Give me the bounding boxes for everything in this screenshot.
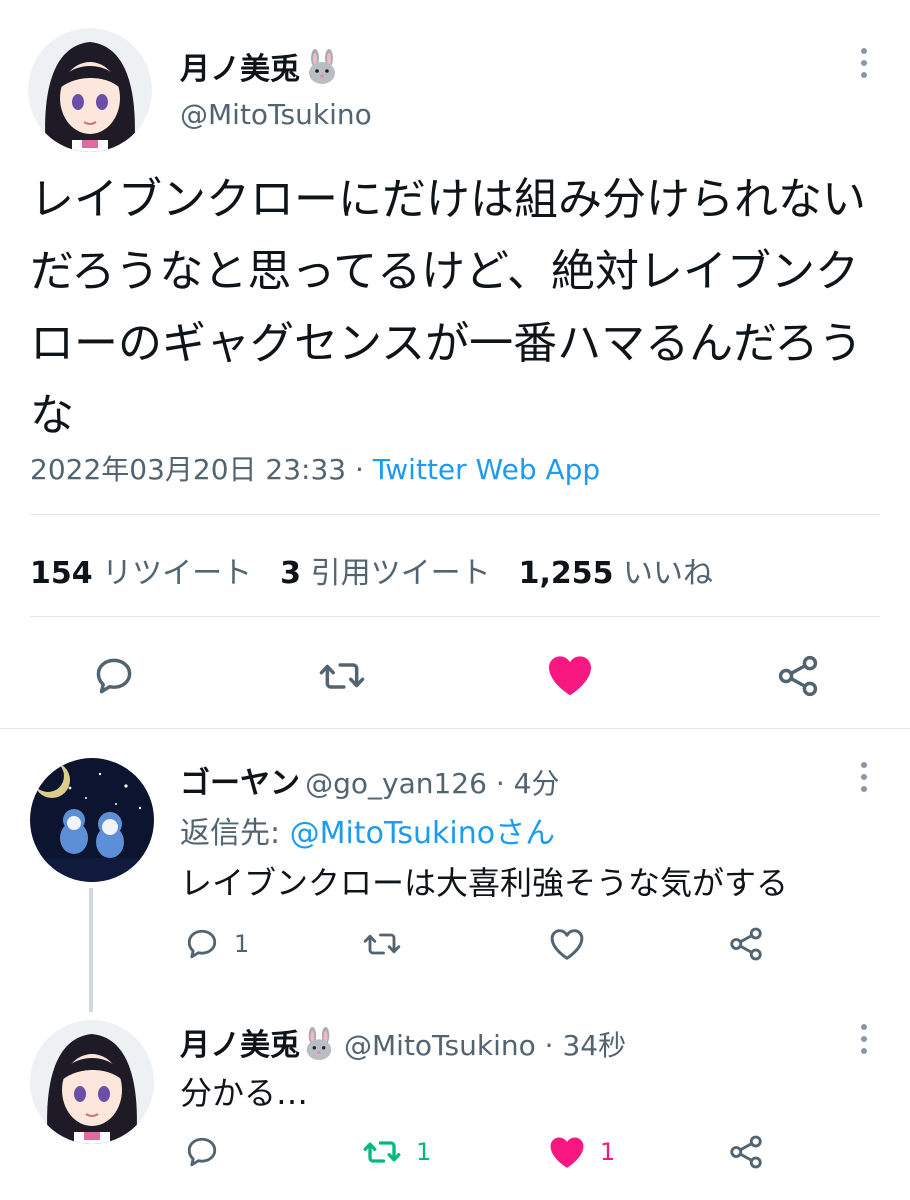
share-nodes-icon bbox=[730, 1135, 762, 1169]
reply-button[interactable] bbox=[92, 654, 136, 702]
reply-header: 月ノ美兎 @MitoTsukino · 34秒 bbox=[180, 1027, 627, 1065]
reply-to-suffix: さん bbox=[495, 816, 556, 851]
tweet-meta: 2022年03月20日 23:33 · Twitter Web App bbox=[30, 448, 600, 488]
reply-share-button[interactable] bbox=[728, 1134, 764, 1170]
reply-time[interactable]: 4分 bbox=[514, 767, 560, 800]
reply-share-button[interactable] bbox=[728, 926, 764, 962]
author-name-text: 月ノ美兎 bbox=[180, 52, 300, 87]
likes-label: いいね bbox=[623, 556, 714, 591]
reply-author-handle[interactable]: @go_yan126 bbox=[305, 767, 487, 800]
reply-reply-button[interactable] bbox=[184, 1134, 234, 1170]
rabbit-face-icon bbox=[304, 49, 340, 93]
retweet-arrows-icon bbox=[363, 933, 401, 955]
reply-to-prefix: 返信先: bbox=[180, 816, 290, 851]
retweet-arrows-icon bbox=[363, 1141, 401, 1163]
quotes-count: 3 bbox=[280, 556, 302, 591]
divider bbox=[30, 616, 880, 617]
meta-separator: · bbox=[346, 453, 373, 486]
heart-icon bbox=[550, 929, 584, 960]
divider bbox=[30, 514, 880, 515]
likes-count: 1,255 bbox=[518, 556, 614, 591]
reply-avatar[interactable] bbox=[30, 1020, 154, 1144]
reply-author-name[interactable]: ゴーヤン bbox=[180, 766, 300, 801]
reply-reply-button[interactable]: 1 bbox=[184, 926, 249, 962]
speech-bubble-icon bbox=[187, 1137, 217, 1167]
speech-bubble-icon bbox=[96, 658, 132, 694]
reply-author-handle[interactable]: @MitoTsukino bbox=[344, 1029, 536, 1062]
like-button[interactable] bbox=[546, 652, 594, 702]
retweet-arrows-icon bbox=[319, 663, 365, 689]
reply-author-name[interactable]: 月ノ美兎 bbox=[180, 1028, 300, 1063]
reply-time[interactable]: 34秒 bbox=[562, 1029, 626, 1062]
tweet-stats: 154 リツイート 3 引用ツイート 1,255 いいね bbox=[30, 548, 713, 592]
heart-icon bbox=[549, 656, 591, 696]
reply-text: レイブンクローは大喜利強そうな気がする bbox=[180, 864, 789, 902]
author-avatar[interactable] bbox=[28, 28, 152, 152]
reply-to-line: 返信先: @MitoTsukinoさん bbox=[180, 808, 555, 852]
tweet-text: レイブンクローにだけは組み分けられないだろうなと思ってるけど、絶対レイブンクロー… bbox=[30, 174, 866, 441]
reply-header: ゴーヤン @go_yan126 · 4分 bbox=[180, 766, 560, 801]
retweet-count: 1 bbox=[416, 1138, 432, 1166]
reply-like-button[interactable]: 1 bbox=[548, 1134, 615, 1170]
divider bbox=[0, 728, 910, 729]
reply-retweet-button[interactable] bbox=[362, 926, 416, 962]
share-nodes-icon bbox=[778, 655, 818, 697]
like-count: 1 bbox=[600, 1138, 616, 1166]
likes-stat[interactable]: 1,255 いいね bbox=[519, 556, 713, 591]
reply-count: 1 bbox=[234, 930, 250, 958]
rabbit-face-icon bbox=[302, 1027, 336, 1065]
reply-to-handle: @MitoTsukino bbox=[289, 816, 496, 851]
more-options-icon[interactable] bbox=[854, 1024, 874, 1054]
quotes-stat[interactable]: 3 引用ツイート bbox=[280, 556, 490, 591]
retweets-label: リツイート bbox=[102, 556, 253, 591]
tweet-source-link[interactable]: Twitter Web App bbox=[373, 453, 600, 486]
retweets-stat[interactable]: 154 リツイート bbox=[30, 556, 252, 591]
share-button[interactable] bbox=[776, 654, 820, 702]
thread-connector-line bbox=[89, 888, 93, 1012]
quotes-label: 引用ツイート bbox=[310, 556, 491, 591]
author-handle[interactable]: @MitoTsukino bbox=[180, 98, 372, 131]
reply-retweet-button[interactable]: 1 bbox=[362, 1134, 431, 1170]
more-options-icon[interactable] bbox=[854, 48, 874, 78]
share-nodes-icon bbox=[730, 927, 762, 961]
reply-to-handle-link[interactable]: @MitoTsukinoさん bbox=[290, 816, 555, 851]
reply-text: 分かる… bbox=[180, 1074, 309, 1112]
retweets-count: 154 bbox=[30, 556, 93, 591]
reply-like-button[interactable] bbox=[548, 926, 600, 962]
author-name[interactable]: 月ノ美兎 bbox=[180, 44, 340, 93]
heart-icon bbox=[550, 1137, 584, 1168]
tweet-timestamp[interactable]: 2022年03月20日 23:33 bbox=[30, 453, 346, 486]
speech-bubble-icon bbox=[187, 929, 217, 959]
more-options-icon[interactable] bbox=[854, 762, 874, 792]
retweet-button[interactable] bbox=[318, 654, 366, 702]
reply-avatar[interactable] bbox=[30, 758, 154, 882]
